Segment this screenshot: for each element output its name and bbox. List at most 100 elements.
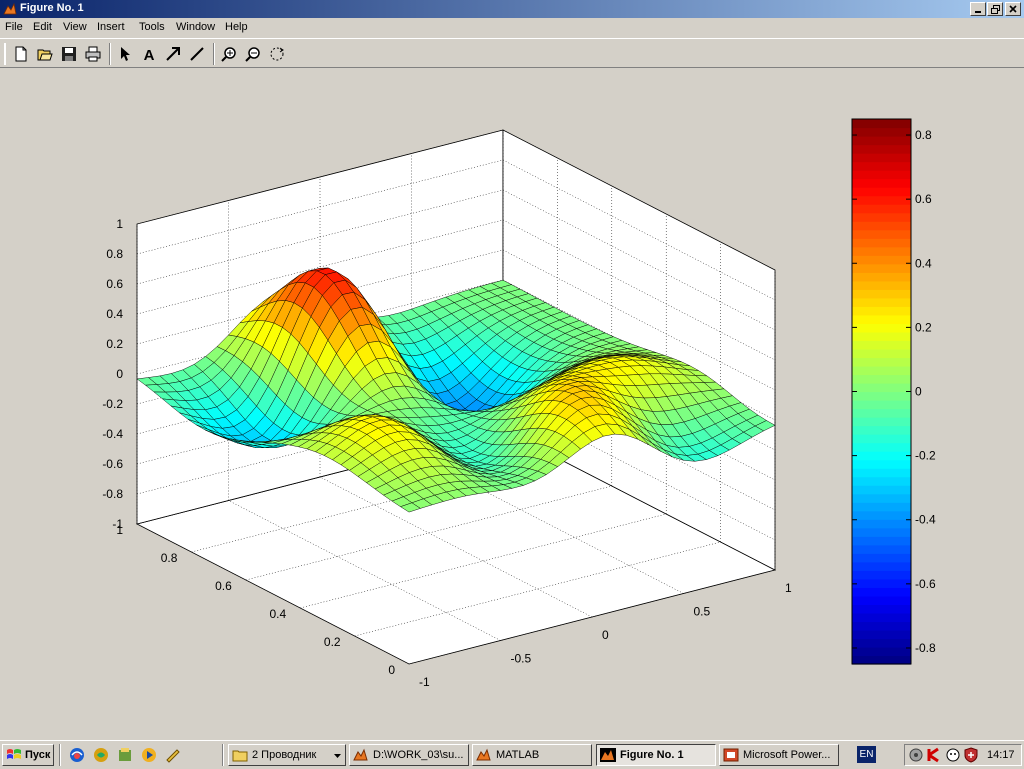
close-button[interactable]	[1005, 2, 1021, 16]
start-button[interactable]: Пуск	[2, 744, 54, 766]
colorbar-band	[852, 562, 911, 571]
colorbar-band	[852, 392, 911, 401]
colorbar-band	[852, 128, 911, 137]
zoom-out-button[interactable]	[243, 44, 263, 64]
z-tick-label: -0.6	[102, 457, 123, 471]
messenger-icon[interactable]	[945, 747, 961, 763]
colorbar-band	[852, 383, 911, 392]
minimize-button[interactable]	[970, 2, 986, 16]
insert-line-button[interactable]	[187, 44, 207, 64]
taskbar: Пуск 2 Проводник D:\WORK_03\su... MATLAB…	[0, 740, 1024, 769]
system-tray: 14:17	[904, 744, 1022, 766]
colorbar-band	[852, 434, 911, 443]
colorbar-band	[852, 196, 911, 205]
colorbar-tick-label: -0.4	[915, 513, 936, 527]
colorbar-band	[852, 409, 911, 418]
task-label: 2 Проводник	[252, 749, 316, 761]
menu-window[interactable]: Window	[176, 21, 215, 33]
colorbar-band	[852, 528, 911, 537]
colorbar-band	[852, 553, 911, 562]
z-tick-label: 1	[116, 217, 123, 231]
colorbar-band	[852, 230, 911, 239]
zoom-in-icon	[221, 46, 237, 62]
colorbar-band	[852, 570, 911, 579]
menu-file[interactable]: File	[5, 21, 23, 33]
surface-plot[interactable]: 10.80.60.40.20-0.2-0.4-0.6-0.8-100.20.40…	[0, 68, 1024, 740]
colorbar-band	[852, 238, 911, 247]
colorbar-band	[852, 247, 911, 256]
new-figure-button[interactable]	[11, 44, 31, 64]
restore-button[interactable]	[987, 2, 1003, 16]
colorbar-band	[852, 221, 911, 230]
task-label: MATLAB	[496, 749, 539, 761]
colorbar-band	[852, 179, 911, 188]
outlook-icon[interactable]	[93, 747, 109, 763]
task-powerpoint[interactable]: Microsoft Power...	[719, 744, 839, 766]
colorbar-band	[852, 298, 911, 307]
colorbar-band	[852, 187, 911, 196]
colorbar-band	[852, 443, 911, 452]
colorbar-tick-label: -0.6	[915, 577, 936, 591]
colorbar-band	[852, 477, 911, 486]
app-icon[interactable]	[117, 747, 133, 763]
rotate-3d-button[interactable]	[267, 44, 287, 64]
x-tick-label: 0	[602, 628, 609, 642]
close-icon	[1009, 5, 1017, 13]
y-tick-label: 1	[116, 523, 123, 537]
network-icon[interactable]	[908, 747, 924, 763]
colorbar-band	[852, 306, 911, 315]
matlab-icon	[353, 748, 369, 762]
task-work-folder[interactable]: D:\WORK_03\su...	[349, 744, 469, 766]
figure-canvas[interactable]: 10.80.60.40.20-0.2-0.4-0.6-0.8-100.20.40…	[0, 68, 1024, 740]
y-tick-label: 0.8	[161, 551, 178, 565]
print-button[interactable]	[83, 44, 103, 64]
colorbar-band	[852, 204, 911, 213]
colorbar-tick-label: -0.8	[915, 641, 936, 655]
colorbar-tick-label: 0	[915, 385, 922, 399]
colorbar-band	[852, 536, 911, 545]
title-bar: Figure No. 1	[0, 0, 1024, 18]
colorbar-band	[852, 451, 911, 460]
zoom-out-icon	[245, 46, 261, 62]
toolbar-separator	[213, 43, 215, 65]
folder-icon	[232, 748, 248, 762]
edit-plot-button[interactable]	[115, 44, 135, 64]
browser-icon[interactable]	[69, 747, 85, 763]
menu-edit[interactable]: Edit	[33, 21, 52, 33]
colorbar-band	[852, 366, 911, 375]
colorbar-band	[852, 315, 911, 324]
edit-plot-arrow-icon	[117, 46, 133, 62]
open-file-button[interactable]	[35, 44, 55, 64]
menu-view[interactable]: View	[63, 21, 87, 33]
colorbar-band	[852, 638, 911, 647]
antivirus-icon[interactable]	[926, 747, 942, 763]
zoom-in-button[interactable]	[219, 44, 239, 64]
colorbar-band	[852, 587, 911, 596]
x-tick-label: -0.5	[511, 652, 532, 666]
insert-text-icon: A	[141, 46, 157, 62]
task-explorer[interactable]: 2 Проводник	[228, 744, 346, 766]
shield-icon[interactable]	[963, 747, 979, 763]
tool-icon[interactable]	[165, 747, 181, 763]
toolbar-grip	[4, 43, 6, 65]
colorbar-band	[852, 621, 911, 630]
colorbar-tick-label: 0.4	[915, 256, 932, 270]
insert-text-button[interactable]: A	[139, 44, 159, 64]
colorbar-tick-label: 0.8	[915, 128, 932, 142]
media-icon[interactable]	[141, 747, 157, 763]
task-matlab[interactable]: MATLAB	[472, 744, 592, 766]
matlab-icon	[476, 748, 492, 762]
toolbar-separator	[109, 43, 111, 65]
colorbar[interactable]: 0.80.60.40.20-0.2-0.4-0.6-0.8	[852, 119, 936, 665]
save-button[interactable]	[59, 44, 79, 64]
menu-tools[interactable]: Tools	[139, 21, 165, 33]
task-figure[interactable]: Figure No. 1	[596, 744, 716, 766]
menu-insert[interactable]: Insert	[97, 21, 125, 33]
insert-arrow-button[interactable]	[163, 44, 183, 64]
language-indicator[interactable]: EN	[857, 746, 876, 763]
insert-arrow-icon	[165, 46, 181, 62]
colorbar-band	[852, 511, 911, 520]
colorbar-band	[852, 630, 911, 639]
menu-bar: File Edit View Insert Tools Window Help	[0, 18, 1024, 38]
menu-help[interactable]: Help	[225, 21, 248, 33]
